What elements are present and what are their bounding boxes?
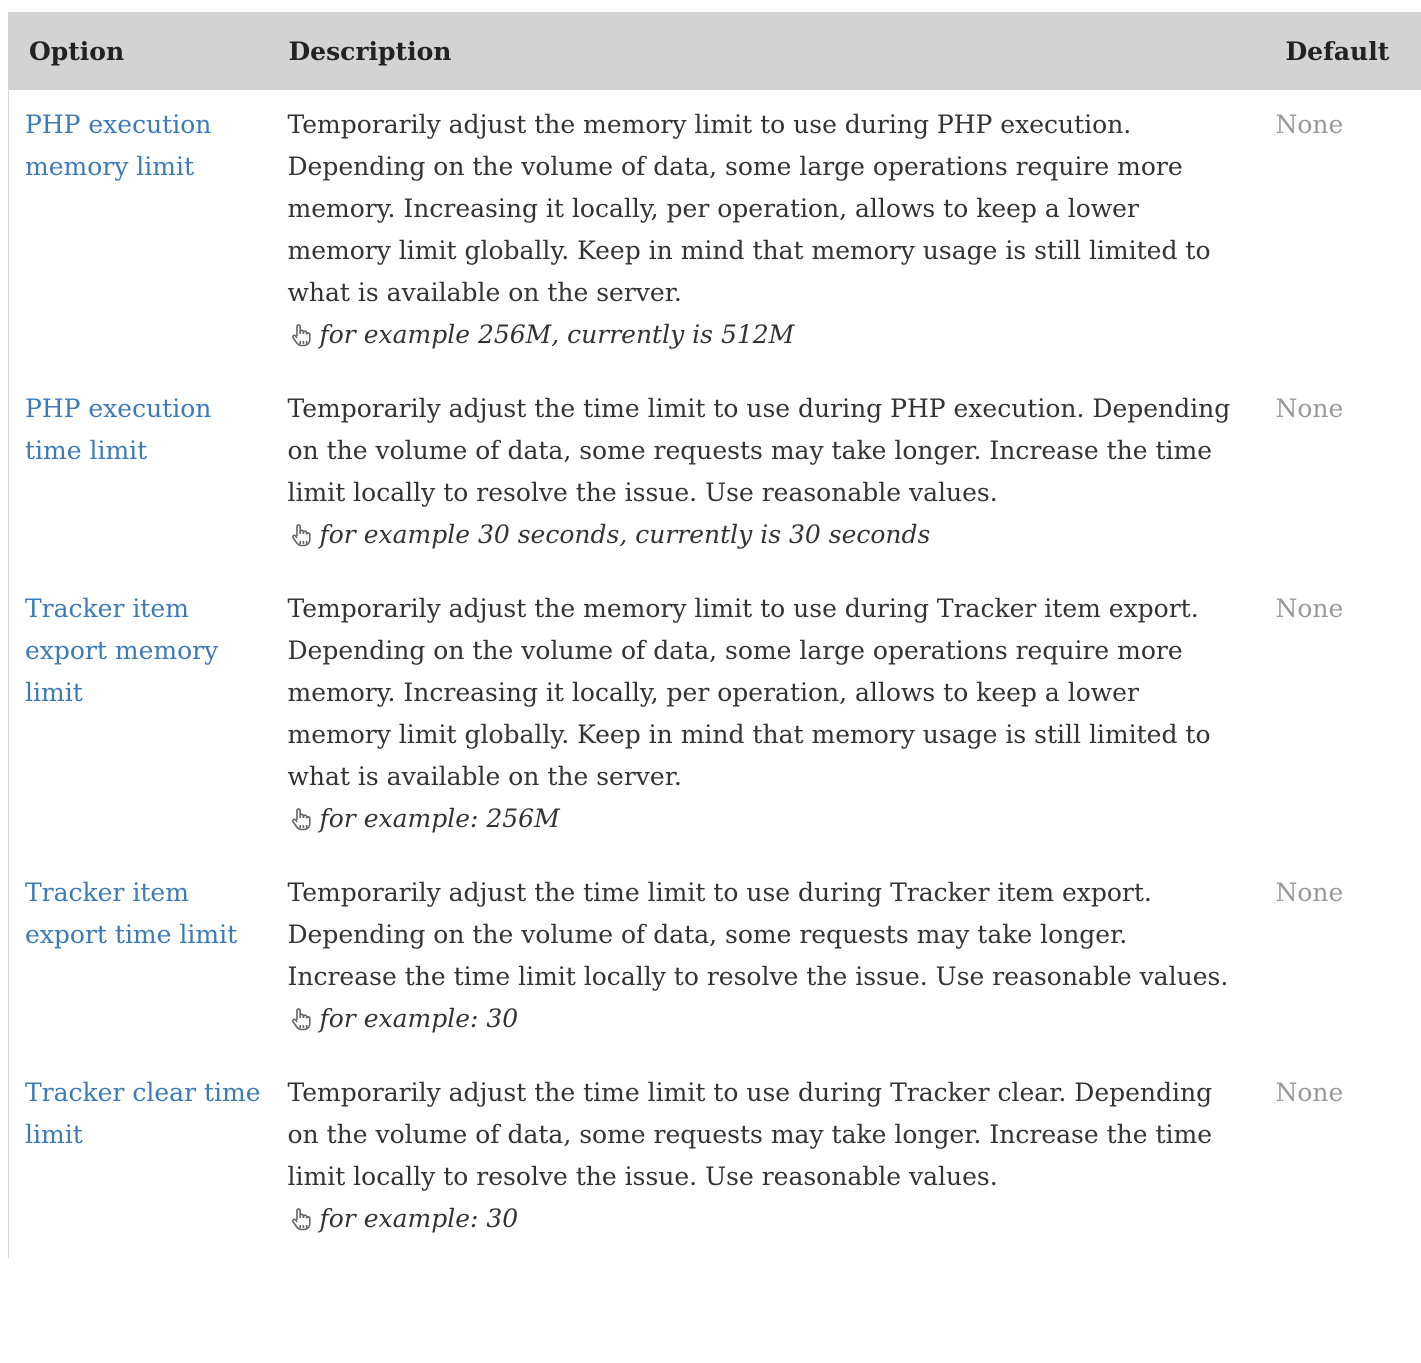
option-link[interactable]: Tracker item export memory limit — [25, 594, 218, 707]
table-row: Tracker clear time limit Temporarily adj… — [9, 1058, 1421, 1258]
hint-text: for example 256M, currently is 512M — [319, 320, 795, 349]
default-cell: None — [1275, 1078, 1344, 1107]
option-link[interactable]: PHP execution memory limit — [25, 110, 211, 181]
default-cell: None — [1275, 878, 1344, 907]
hint-line: for example: 30 — [288, 1198, 1238, 1240]
option-cell: Tracker item export time limit — [9, 858, 271, 1058]
hint-text: for example: 30 — [319, 1204, 519, 1233]
hand-pointer-icon — [288, 1205, 316, 1233]
header-description: Description — [288, 36, 452, 66]
description-text: Temporarily adjust the time limit to use… — [287, 878, 1229, 991]
header-option: Option — [29, 36, 125, 66]
table-row: Tracker item export memory limit Tempora… — [9, 574, 1421, 858]
hand-pointer-icon — [288, 805, 316, 833]
option-cell: PHP execution memory limit — [9, 90, 271, 374]
description-text: Temporarily adjust the time limit to use… — [287, 394, 1231, 507]
option-link[interactable]: Tracker clear time limit — [25, 1078, 261, 1149]
table-row: PHP execution time limit Temporarily adj… — [9, 374, 1421, 574]
hint-line: for example: 256M — [288, 798, 1238, 840]
hint-text: for example: 30 — [319, 1004, 519, 1033]
hand-pointer-icon — [288, 321, 316, 349]
hand-pointer-icon — [288, 1005, 316, 1033]
hint-text: for example 30 seconds, currently is 30 … — [319, 520, 931, 549]
description-cell: Temporarily adjust the time limit to use… — [271, 858, 1256, 1058]
option-link[interactable]: Tracker item export time limit — [25, 878, 237, 949]
option-link[interactable]: PHP execution time limit — [25, 394, 211, 465]
table-header-row: Option Description Default — [8, 12, 1421, 90]
header-default: Default — [1285, 36, 1390, 66]
description-cell: Temporarily adjust the memory limit to u… — [271, 90, 1256, 374]
hint-line: for example 256M, currently is 512M — [288, 314, 1238, 356]
description-text: Temporarily adjust the memory limit to u… — [287, 110, 1211, 307]
table-row: PHP execution memory limit Temporarily a… — [9, 90, 1421, 374]
description-text: Temporarily adjust the memory limit to u… — [287, 594, 1211, 791]
option-cell: PHP execution time limit — [9, 374, 271, 574]
hint-line: for example: 30 — [288, 998, 1238, 1040]
description-cell: Temporarily adjust the time limit to use… — [271, 1058, 1256, 1258]
hand-pointer-icon — [288, 521, 316, 549]
description-cell: Temporarily adjust the memory limit to u… — [271, 574, 1256, 858]
default-cell: None — [1275, 110, 1344, 139]
table-row: Tracker item export time limit Temporari… — [9, 858, 1421, 1058]
description-text: Temporarily adjust the time limit to use… — [287, 1078, 1213, 1191]
option-cell: Tracker clear time limit — [9, 1058, 271, 1258]
option-cell: Tracker item export memory limit — [9, 574, 271, 858]
hint-text: for example: 256M — [319, 804, 560, 833]
default-cell: None — [1275, 394, 1344, 423]
preferences-table-wrapper: Option Description Default PHP execution… — [8, 0, 1421, 1258]
hint-line: for example 30 seconds, currently is 30 … — [288, 514, 1238, 556]
description-cell: Temporarily adjust the time limit to use… — [271, 374, 1256, 574]
preferences-table: Option Description Default PHP execution… — [8, 12, 1421, 1258]
default-cell: None — [1275, 594, 1344, 623]
